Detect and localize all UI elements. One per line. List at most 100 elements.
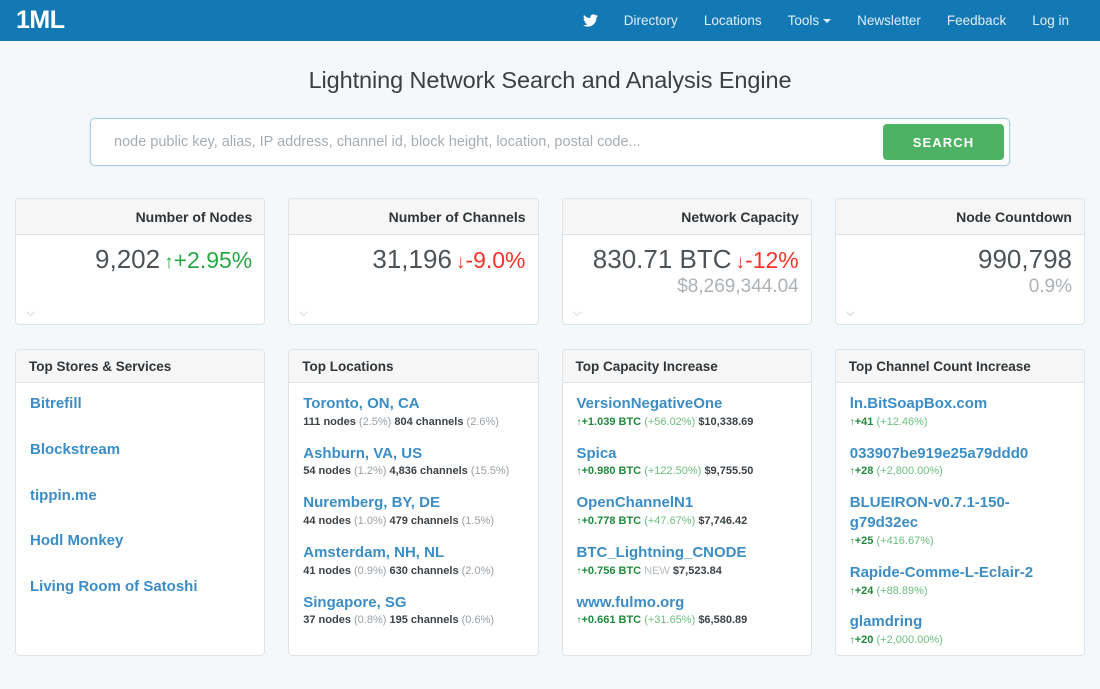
- channels-pct: (15.5%): [470, 465, 510, 478]
- stat-value-row: 9,202 ↑+2.95%: [95, 244, 252, 275]
- stat-card-body: 990,798 0.9% ⌵: [836, 235, 1084, 324]
- location-link[interactable]: Ashburn, VA, US: [303, 444, 523, 464]
- channel-pct: (+416.67%): [876, 534, 934, 547]
- stat-title: Node Countdown: [956, 208, 1072, 225]
- location-meta: 44 nodes (1.0%) 479 channels (1.5%): [303, 514, 523, 529]
- top-navbar: 1ML Directory Locations Tools Newsletter…: [0, 0, 1100, 41]
- stat-value-row: 990,798: [978, 244, 1072, 275]
- node-link[interactable]: glamdring: [850, 612, 1070, 632]
- channel-pct: (+88.89%): [876, 584, 928, 597]
- channels-pct: (0.6%): [461, 614, 495, 627]
- node-link[interactable]: 033907be919e25a79ddd0: [850, 444, 1070, 464]
- node-link[interactable]: BLUEIRON-v0.7.1-150-g79d32ec: [850, 493, 1070, 533]
- channel-meta: ↑+41 (+12.46%): [850, 415, 1070, 430]
- nodes-pct: (2.5%): [358, 415, 392, 428]
- nav-link-login[interactable]: Log in: [1019, 0, 1082, 41]
- list-item: glamdring ↑+20 (+2,000.00%): [850, 612, 1070, 648]
- channel-meta: ↑+24 (+88.89%): [850, 584, 1070, 599]
- store-link[interactable]: tippin.me: [30, 486, 250, 506]
- store-link[interactable]: Blockstream: [30, 440, 250, 460]
- capacity-meta: ↑+1.039 BTC (+56.02%) $10,338.69: [577, 415, 797, 430]
- panel-body: ln.BitSoapBox.com ↑+41 (+12.46%) 033907b…: [836, 383, 1084, 648]
- list-item: Living Room of Satoshi: [30, 577, 250, 597]
- nav-link-tools[interactable]: Tools: [775, 0, 845, 41]
- list-item: VersionNegativeOne ↑+1.039 BTC (+56.02%)…: [577, 394, 797, 430]
- location-link[interactable]: Nuremberg, BY, DE: [303, 493, 523, 513]
- stat-card-number-of-channels: Number of Channels 31,196 ↓-9.0% ⌵: [288, 198, 539, 325]
- capacity-fiat: $10,338.69: [698, 415, 754, 428]
- node-link[interactable]: OpenChannelN1: [577, 493, 797, 513]
- stat-card-header: Node Countdown: [835, 199, 1084, 235]
- stat-title: Number of Channels: [388, 208, 526, 225]
- list-item: BLUEIRON-v0.7.1-150-g79d32ec ↑+25 (+416.…: [850, 493, 1070, 548]
- panel-header: Top Channel Count Increase: [835, 350, 1084, 383]
- location-link[interactable]: Singapore, SG: [303, 593, 523, 613]
- capacity-meta: ↑+0.778 BTC (+47.67%) $7,746.42: [577, 514, 797, 529]
- stat-title: Number of Nodes: [135, 208, 253, 225]
- node-link[interactable]: BTC_Lightning_CNODE: [577, 543, 797, 563]
- chevron-down-icon: [823, 19, 832, 24]
- stat-delta-value: -12%: [745, 247, 799, 273]
- stat-value: 9,202: [95, 244, 161, 274]
- capacity-pct: (+47.67%): [644, 515, 696, 528]
- store-link[interactable]: Living Room of Satoshi: [30, 577, 250, 597]
- location-link[interactable]: Amsterdam, NH, NL: [303, 543, 523, 563]
- stat-card-header: Number of Nodes: [16, 199, 265, 235]
- list-item: Bitrefill: [30, 394, 250, 414]
- stat-value: 31,196: [372, 244, 452, 274]
- nav-link-locations[interactable]: Locations: [691, 0, 775, 41]
- nodes-pct: (1.0%): [354, 515, 387, 528]
- location-link[interactable]: Toronto, ON, CA: [303, 394, 523, 414]
- capacity-delta: +1.039 BTC: [581, 415, 642, 428]
- list-item: 033907be919e25a79ddd0 ↑+28 (+2,800.00%): [850, 444, 1070, 480]
- store-link[interactable]: Hodl Monkey: [30, 531, 250, 551]
- channel-meta: ↑+25 (+416.67%): [850, 534, 1070, 549]
- capacity-fiat: $7,523.84: [672, 564, 722, 577]
- chevron-down-icon[interactable]: ⌵: [846, 306, 855, 318]
- store-link[interactable]: Bitrefill: [30, 394, 250, 414]
- channels-count: 4,836 channels: [389, 465, 468, 478]
- search-button[interactable]: SEARCH: [883, 124, 1004, 160]
- nav-link-newsletter[interactable]: Newsletter: [844, 0, 934, 41]
- nodes-count: 37 nodes: [303, 614, 351, 627]
- panel-title: Top Channel Count Increase: [848, 358, 1031, 374]
- panel-header: Top Stores & Services: [16, 350, 265, 383]
- list-item: ln.BitSoapBox.com ↑+41 (+12.46%): [850, 394, 1070, 430]
- panel-top-stores-and-services: Top Stores & Services Bitrefill Blockstr…: [15, 349, 266, 656]
- node-link[interactable]: ln.BitSoapBox.com: [850, 394, 1070, 414]
- stat-subvalue: $8,269,344.04: [677, 275, 799, 297]
- stat-title: Network Capacity: [681, 208, 799, 225]
- chevron-down-icon[interactable]: ⌵: [26, 306, 35, 318]
- stat-card-node-countdown: Node Countdown 990,798 0.9% ⌵: [834, 198, 1085, 325]
- channel-meta: ↑+28 (+2,800.00%): [850, 464, 1070, 479]
- stat-delta-value: -9.0%: [465, 247, 526, 273]
- location-meta: 41 nodes (0.9%) 630 channels (2.0%): [303, 564, 523, 579]
- hero-section: Lightning Network Search and Analysis En…: [0, 41, 1100, 166]
- stat-card-header: Network Capacity: [562, 199, 811, 235]
- stat-value-row: 830.71 BTC ↓-12%: [593, 244, 799, 275]
- channels-count: 804 channels: [394, 415, 464, 428]
- node-link[interactable]: Spica: [577, 444, 797, 464]
- node-link[interactable]: www.fulmo.org: [577, 593, 797, 613]
- node-link[interactable]: VersionNegativeOne: [577, 394, 797, 414]
- channel-delta: +25: [854, 534, 874, 547]
- channel-delta: +20: [854, 634, 874, 647]
- capacity-meta: ↑+0.756 BTC NEW $7,523.84: [577, 564, 797, 579]
- search-bar: SEARCH: [90, 118, 1010, 166]
- capacity-fiat: $6,580.89: [698, 614, 748, 627]
- list-item: tippin.me: [30, 486, 250, 506]
- panel-title: Top Stores & Services: [29, 358, 172, 374]
- twitter-icon[interactable]: [570, 13, 611, 28]
- node-link[interactable]: Rapide-Comme-L-Eclair-2: [850, 563, 1070, 583]
- site-logo[interactable]: 1ML: [16, 8, 65, 33]
- chevron-down-icon[interactable]: ⌵: [573, 306, 582, 318]
- nav-link-directory[interactable]: Directory: [611, 0, 691, 41]
- channels-pct: (2.0%): [461, 564, 495, 577]
- location-meta: 54 nodes (1.2%) 4,836 channels (15.5%): [303, 464, 523, 479]
- nav-link-feedback[interactable]: Feedback: [934, 0, 1019, 41]
- capacity-pct: (+31.65%): [644, 614, 696, 627]
- chevron-down-icon[interactable]: ⌵: [299, 306, 308, 318]
- capacity-delta: +0.980 BTC: [581, 465, 642, 478]
- search-input[interactable]: [96, 124, 883, 160]
- arrow-down-icon: ↓: [735, 252, 746, 273]
